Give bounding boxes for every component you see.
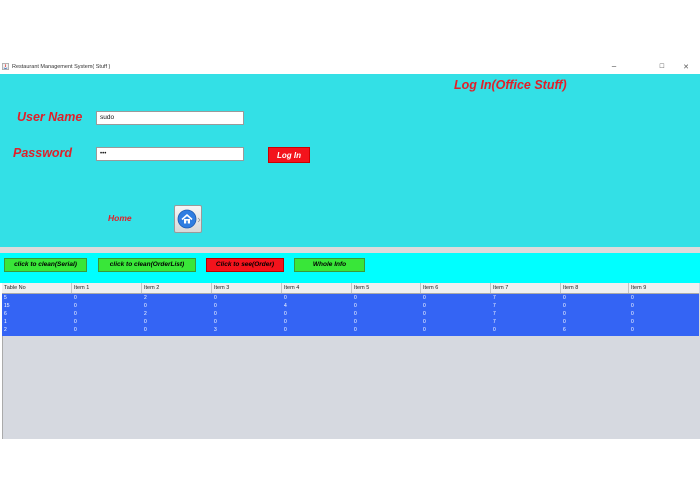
table-cell: 0 xyxy=(74,327,77,333)
home-icon xyxy=(177,209,201,229)
table-cell: 0 xyxy=(74,295,77,301)
table-row[interactable]: 6 0 2 0 0 0 0 7 0 0 xyxy=(2,311,699,317)
column-header[interactable]: Item 7 xyxy=(491,283,561,293)
password-field[interactable]: ••• xyxy=(96,147,244,161)
table-cell: 0 xyxy=(284,295,287,301)
column-header[interactable]: Item 5 xyxy=(352,283,421,293)
table-cell: 7 xyxy=(493,303,496,309)
table-cell: 0 xyxy=(74,319,77,325)
table-cell: 2 xyxy=(144,311,147,317)
column-header[interactable]: Table No xyxy=(2,283,72,293)
column-header[interactable]: Item 4 xyxy=(282,283,352,293)
table-cell: 0 xyxy=(563,311,566,317)
table-cell: 0 xyxy=(631,319,634,325)
table-cell: 15 xyxy=(4,303,10,309)
table-cell: 3 xyxy=(214,327,217,333)
table-cell: 0 xyxy=(284,311,287,317)
username-field[interactable]: sudo xyxy=(96,111,244,125)
table-cell: 0 xyxy=(423,319,426,325)
table-cell: 0 xyxy=(354,303,357,309)
column-header[interactable]: Item 1 xyxy=(72,283,142,293)
table-cell: 0 xyxy=(563,319,566,325)
table-cell: 0 xyxy=(354,319,357,325)
table-cell: 0 xyxy=(144,319,147,325)
table-row[interactable]: 2 0 0 3 0 0 0 0 6 0 xyxy=(2,327,699,333)
table-cell: 0 xyxy=(284,327,287,333)
table-cell: 7 xyxy=(493,319,496,325)
home-label: Home xyxy=(108,213,132,223)
table-cell: 5 xyxy=(4,295,7,301)
table-cell: 0 xyxy=(284,319,287,325)
table-row[interactable]: 1 0 0 0 0 0 0 7 0 0 xyxy=(2,319,699,325)
table-cell: 0 xyxy=(563,295,566,301)
table-cell: 0 xyxy=(423,303,426,309)
table-body: 5 0 2 0 0 0 0 7 0 0 15 0 0 0 4 0 0 7 0 0… xyxy=(2,294,699,336)
login-button[interactable]: Log In xyxy=(268,147,310,163)
clean-orderlist-button[interactable]: click to clean(OrderList) xyxy=(98,258,196,272)
table-cell: 0 xyxy=(631,295,634,301)
table-cell: 0 xyxy=(354,327,357,333)
table-cell: 0 xyxy=(631,327,634,333)
home-button[interactable] xyxy=(174,205,202,233)
password-label: Password xyxy=(13,146,73,160)
table-header: Table No Item 1 Item 2 Item 3 Item 4 Ite… xyxy=(2,283,699,294)
table-cell: 0 xyxy=(354,295,357,301)
table-cell: 0 xyxy=(631,303,634,309)
table-cell: 0 xyxy=(423,327,426,333)
table-cell: 0 xyxy=(74,311,77,317)
table-cell: 4 xyxy=(284,303,287,309)
column-header[interactable]: Item 9 xyxy=(629,283,699,293)
column-header[interactable]: Item 3 xyxy=(212,283,282,293)
window-bottom-area xyxy=(0,439,700,500)
table-row[interactable]: 5 0 2 0 0 0 0 7 0 0 xyxy=(2,295,699,301)
table-cell: 7 xyxy=(493,311,496,317)
table-cell: 0 xyxy=(423,295,426,301)
table-cell: 2 xyxy=(4,327,7,333)
table-cell: 0 xyxy=(423,311,426,317)
table-cell: 6 xyxy=(4,311,7,317)
table-cell: 7 xyxy=(493,295,496,301)
table-cell: 0 xyxy=(563,303,566,309)
table-row[interactable]: 15 0 0 0 4 0 0 7 0 0 xyxy=(2,303,699,309)
username-label: User Name xyxy=(17,110,83,124)
page-title: Log In(Office Stuff) xyxy=(454,78,567,92)
table-cell: 0 xyxy=(214,319,217,325)
table-cell: 0 xyxy=(144,303,147,309)
column-header[interactable]: Item 2 xyxy=(142,283,212,293)
column-header[interactable]: Item 8 xyxy=(561,283,629,293)
table-cell: 0 xyxy=(144,327,147,333)
java-app-icon xyxy=(2,63,9,70)
table-cell: 6 xyxy=(563,327,566,333)
table-cell: 0 xyxy=(354,311,357,317)
table-cell: 0 xyxy=(214,311,217,317)
table-cell: 0 xyxy=(631,311,634,317)
table-cell: 0 xyxy=(214,303,217,309)
table-cell: 1 xyxy=(4,319,7,325)
maximize-button[interactable]: ☐ xyxy=(652,61,672,73)
table-cell: 0 xyxy=(214,295,217,301)
minimize-button[interactable]: ─ xyxy=(604,61,624,73)
whole-info-button[interactable]: Whole Info xyxy=(294,258,365,272)
close-button[interactable]: ✕ xyxy=(676,61,696,73)
table-cell: 2 xyxy=(144,295,147,301)
table-cell: 0 xyxy=(74,303,77,309)
window-title: Restaurant Management System( Stuff ) xyxy=(12,64,111,70)
table-cell: 0 xyxy=(493,327,496,333)
clean-serial-button[interactable]: click to clean(Serial) xyxy=(4,258,87,272)
column-header[interactable]: Item 6 xyxy=(421,283,491,293)
see-order-button[interactable]: Click to see(Order) xyxy=(206,258,284,272)
